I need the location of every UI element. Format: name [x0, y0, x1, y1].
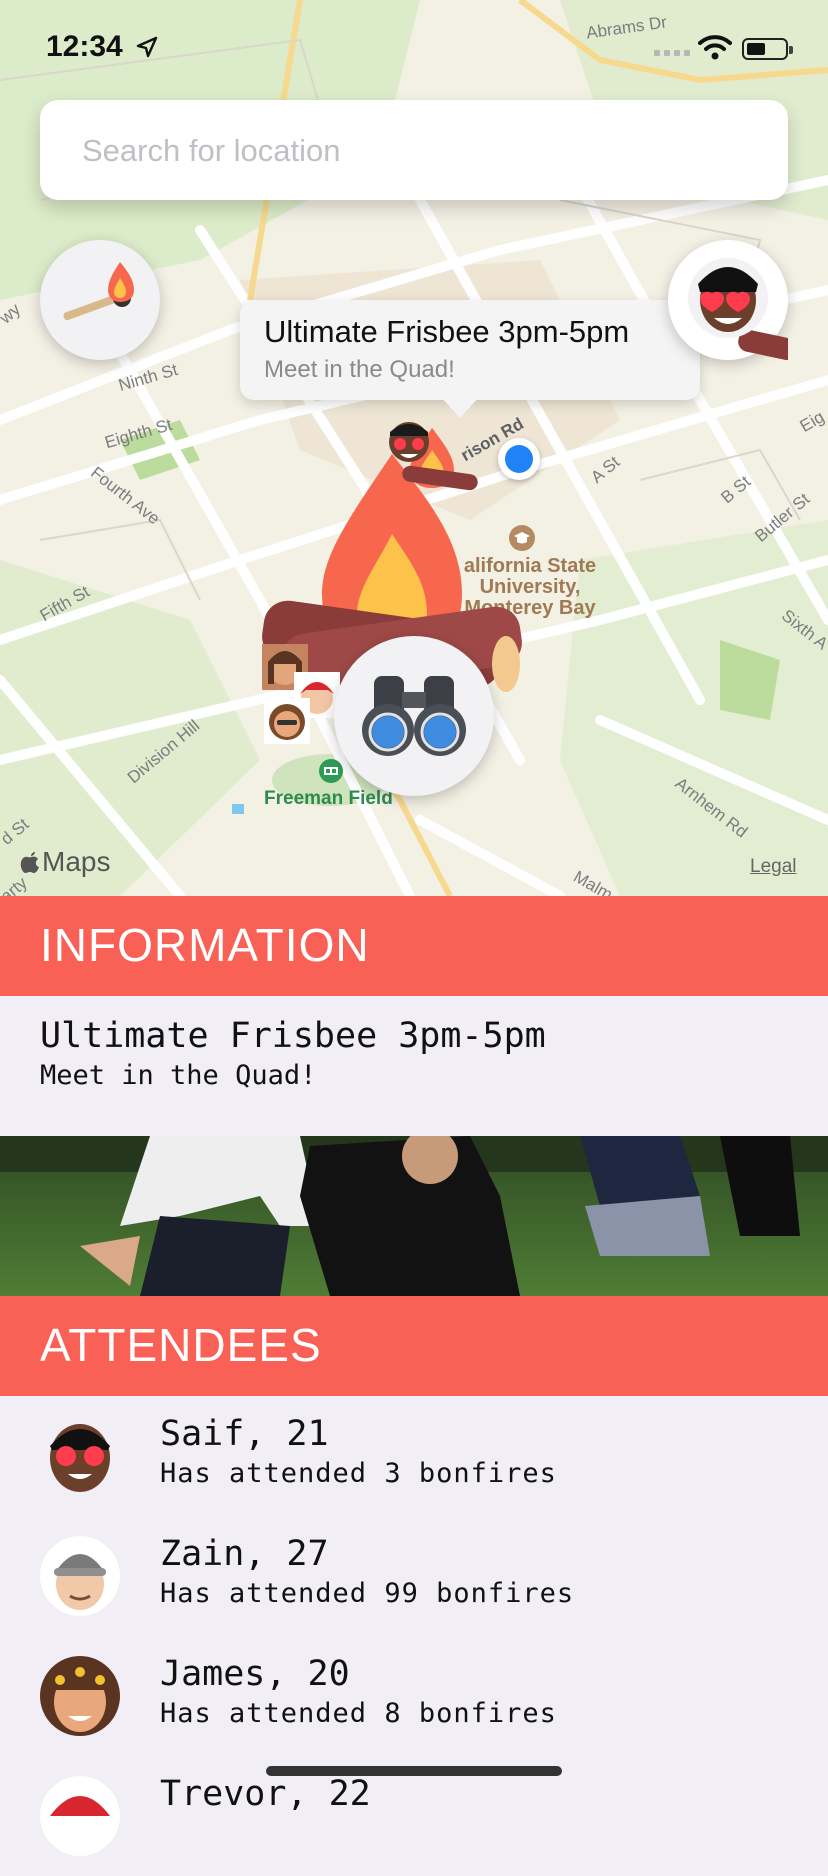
james-avatar [40, 1656, 120, 1736]
callout-tail [440, 396, 480, 418]
attendee-detail: Has attended 8 bonfires [160, 1698, 557, 1729]
event-title: Ultimate Frisbee 3pm-5pm [40, 1016, 546, 1056]
information-body: Ultimate Frisbee 3pm-5pm Meet in the Qua… [0, 996, 828, 1136]
maps-attribution: Maps [20, 846, 110, 878]
avatar-icon [389, 422, 429, 462]
information-header: INFORMATION [0, 896, 828, 996]
attendees-header: ATTENDEES [0, 1296, 828, 1396]
attendee-detail: Has attended 3 bonfires [160, 1458, 557, 1489]
attendee-row[interactable]: Zain, 27 Has attended 99 bonfires [0, 1516, 828, 1636]
profile-avatar-button[interactable] [668, 240, 808, 363]
attendee-thumb [264, 698, 310, 744]
attendees-header-label: ATTENDEES [40, 1319, 322, 1371]
light-bonfire-button[interactable] [40, 240, 160, 360]
information-header-label: INFORMATION [40, 919, 370, 971]
event-callout[interactable]: Ultimate Frisbee 3pm-5pm Meet in the Qua… [240, 300, 700, 418]
attendee-detail: Has attended 99 bonfires [160, 1578, 575, 1609]
attendee-name: Saif, 21 [160, 1414, 329, 1454]
map-view[interactable]: 12:34 Abrams Dr Ninth St Eighth St Fourt… [0, 0, 828, 896]
battery-icon [742, 38, 793, 60]
status-time: 12:34 [46, 30, 123, 63]
avatar-icon [688, 258, 808, 363]
attendee-name: Zain, 27 [160, 1534, 329, 1574]
explore-button[interactable] [334, 636, 494, 796]
event-subtitle: Meet in the Quad! [40, 1060, 317, 1091]
callout-title: Ultimate Frisbee 3pm-5pm [264, 314, 630, 349]
home-indicator[interactable] [266, 1766, 562, 1776]
zain-avatar [40, 1536, 120, 1616]
trevor-avatar [40, 1776, 120, 1856]
legal-link[interactable]: Legal [750, 856, 797, 878]
attendee-name: Trevor, 22 [160, 1774, 371, 1814]
saif-avatar [40, 1416, 120, 1496]
binoculars-icon [362, 676, 466, 756]
callout-subtitle: Meet in the Quad! [264, 356, 455, 383]
search-bar[interactable] [40, 100, 788, 200]
attendee-name: James, 20 [160, 1654, 350, 1694]
match-icon [63, 262, 134, 321]
event-photo [0, 1136, 828, 1296]
location-arrow-icon [136, 36, 158, 58]
attendee-row[interactable]: Saif, 21 Has attended 3 bonfires [0, 1396, 828, 1516]
apple-logo-icon [20, 852, 39, 873]
wifi-icon [698, 35, 732, 60]
signal-icon [654, 50, 690, 56]
attendee-row[interactable]: James, 20 Has attended 8 bonfires [0, 1636, 828, 1756]
search-input[interactable] [80, 124, 744, 178]
